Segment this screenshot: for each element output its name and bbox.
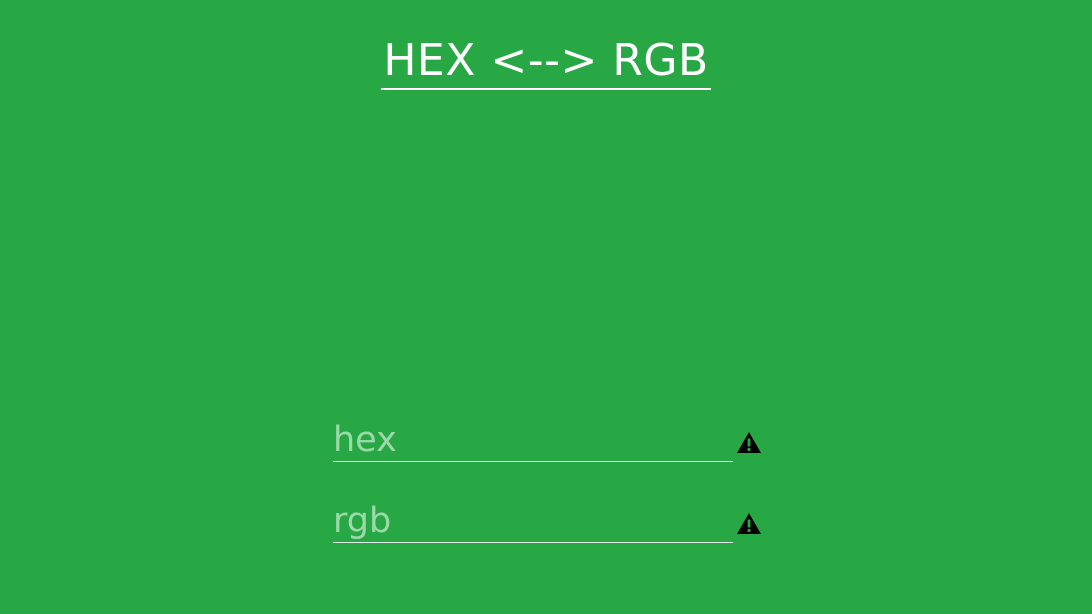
page-header: HEX <--> RGB (0, 34, 1092, 90)
rgb-field-row (333, 499, 763, 543)
hex-input[interactable] (333, 418, 733, 462)
warning-icon (737, 432, 761, 453)
page-title: HEX <--> RGB (381, 34, 711, 90)
rgb-input[interactable] (333, 499, 733, 543)
hex-field-row (333, 418, 763, 462)
warning-icon (737, 513, 761, 534)
